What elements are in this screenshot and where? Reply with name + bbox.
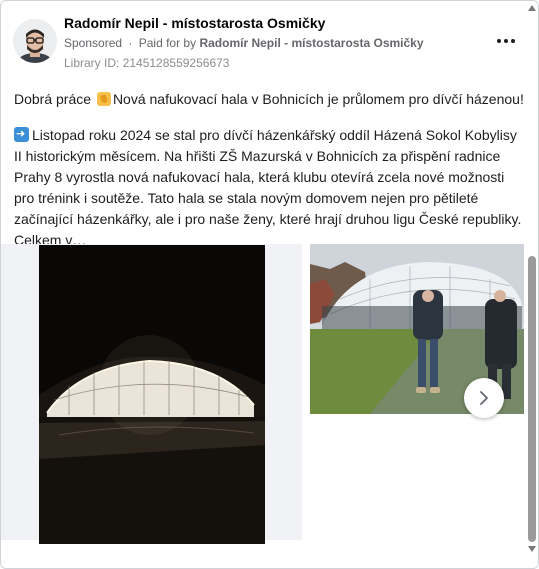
sponsored-label: Sponsored — [64, 36, 123, 50]
scrollbar-thumb[interactable] — [528, 256, 536, 542]
post-text: Dobrá práce Nová nafukovací hala v Bohni… — [14, 89, 526, 251]
paragraph-text: Listopad roku 2024 se stal pro dívčí ház… — [14, 127, 522, 248]
post-paragraph: Listopad roku 2024 se stal pro dívčí ház… — [14, 125, 526, 251]
more-options-button[interactable] — [494, 31, 518, 51]
clapping-hands-emoji-icon — [96, 92, 111, 106]
scroll-down-arrow-icon[interactable] — [528, 546, 536, 552]
ad-card: Radomír Nepil - místostarosta Osmičky Sp… — [0, 0, 539, 569]
right-arrow-emoji-icon — [14, 127, 29, 142]
carousel-next-button[interactable] — [464, 378, 504, 418]
hall-night-photo — [39, 245, 265, 544]
sponsor-line: Sponsored · Paid for by Radomír Nepil - … — [64, 36, 424, 50]
image-carousel — [1, 244, 524, 544]
chevron-right-icon — [480, 391, 488, 405]
library-id: Library ID: 2145128559256673 — [64, 56, 230, 70]
paid-for-prefix: Paid for by — [138, 36, 197, 50]
headline-end: Nová nafukovací hala v Bohnicích je průl… — [112, 91, 524, 107]
post-headline: Dobrá práce Nová nafukovací hala v Bohni… — [14, 89, 526, 110]
post-header: Radomír Nepil - místostarosta Osmičky Sp… — [13, 11, 526, 73]
headline-start: Dobrá práce — [14, 91, 92, 107]
more-horizontal-icon — [497, 39, 501, 43]
scroll-up-arrow-icon[interactable] — [528, 5, 536, 11]
paid-for-name: Radomír Nepil - místostarosta Osmičky — [199, 36, 424, 50]
avatar[interactable] — [13, 19, 57, 63]
separator-dot: · — [128, 36, 133, 50]
carousel-card-1[interactable] — [1, 244, 302, 544]
page-name[interactable]: Radomír Nepil - místostarosta Osmičky — [64, 15, 325, 31]
vertical-scrollbar[interactable] — [525, 1, 538, 568]
